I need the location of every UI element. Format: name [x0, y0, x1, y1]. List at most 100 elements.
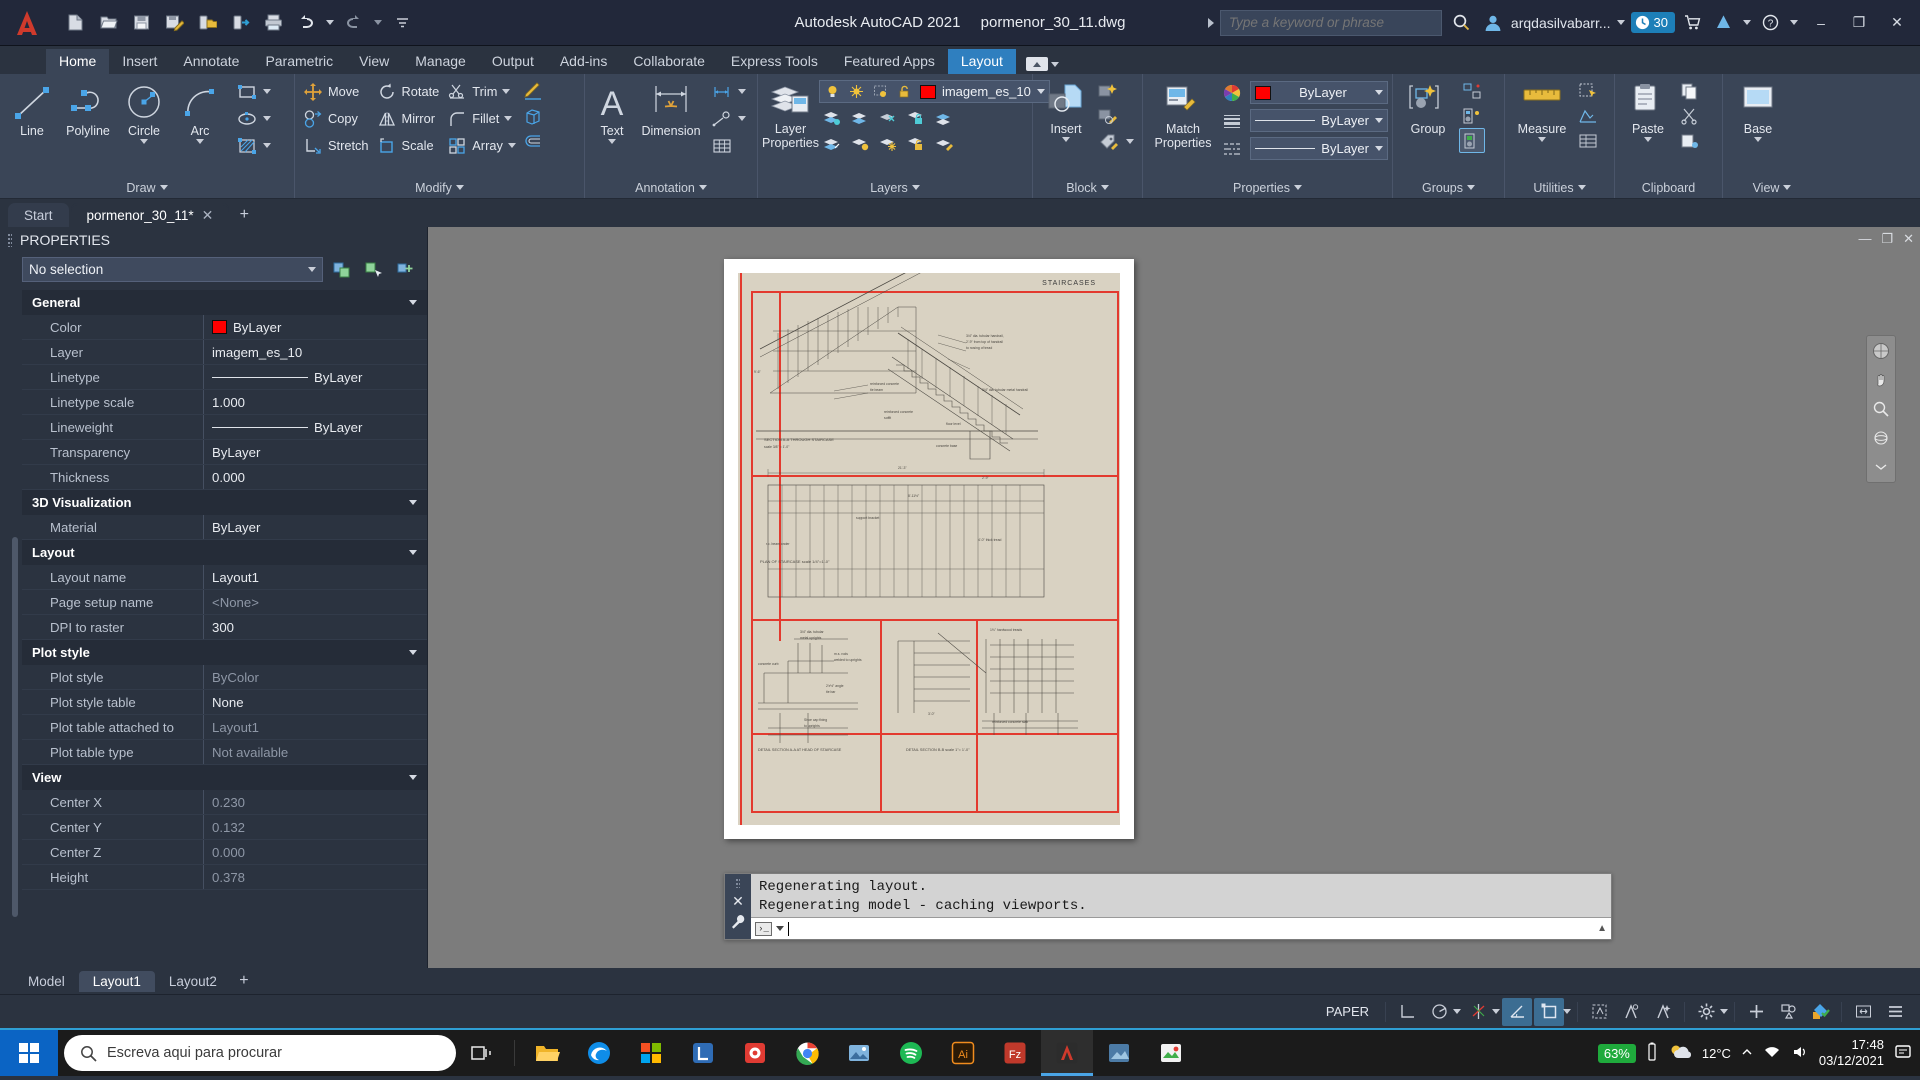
- group-tool[interactable]: Group: [1397, 78, 1459, 136]
- base-point-icon[interactable]: [1575, 103, 1601, 128]
- dimension-tool[interactable]: Dimension: [635, 78, 707, 138]
- move-tool[interactable]: Move: [299, 78, 373, 105]
- paint3d-icon[interactable]: [1145, 1030, 1197, 1076]
- layer-combo[interactable]: imagem_es_10: [818, 80, 1050, 103]
- filezilla-icon[interactable]: Fz: [989, 1030, 1041, 1076]
- panel-annotation-title[interactable]: Annotation: [585, 177, 757, 198]
- pickadd-icon[interactable]: [393, 257, 419, 282]
- layer-freeze-tool-icon[interactable]: [847, 105, 873, 130]
- undo-icon[interactable]: [291, 8, 321, 38]
- properties-scrollbar[interactable]: [12, 287, 18, 948]
- property-value[interactable]: None: [204, 690, 427, 714]
- blue-app-icon[interactable]: [1093, 1030, 1145, 1076]
- fillet-dropdown-icon[interactable]: [504, 116, 513, 121]
- table-row[interactable]: Color ByLayer: [22, 315, 427, 340]
- hardware-accel-icon[interactable]: [1741, 998, 1771, 1026]
- layer-unisolate-icon[interactable]: [819, 131, 845, 156]
- plot-icon[interactable]: [258, 8, 288, 38]
- tab-layout[interactable]: Layout: [947, 49, 1016, 74]
- properties-group-view[interactable]: View: [22, 765, 427, 790]
- linear-dimension-dropdown-icon[interactable]: [738, 89, 746, 94]
- annotation-scale-icon[interactable]: [1616, 998, 1646, 1026]
- layer-change-to-current-icon[interactable]: [931, 131, 957, 156]
- table-row[interactable]: Linetype scale 1.000: [22, 390, 427, 415]
- table-row[interactable]: Linetype ByLayer: [22, 365, 427, 390]
- orange-app-icon[interactable]: [729, 1030, 781, 1076]
- scrollbar-thumb[interactable]: [12, 537, 18, 917]
- open-file-icon[interactable]: [93, 8, 123, 38]
- table-row[interactable]: Lineweight ByLayer: [22, 415, 427, 440]
- base-view-dropdown-icon[interactable]: [1754, 137, 1762, 142]
- rotate-tool[interactable]: Rotate: [373, 78, 444, 105]
- workspace-gear-icon[interactable]: [1691, 998, 1721, 1026]
- adobe-illustrator-icon[interactable]: Ai: [937, 1030, 989, 1076]
- avatar[interactable]: [1479, 8, 1507, 38]
- doc-tab-pormenor[interactable]: pormenor_30_11* ✕: [70, 203, 230, 227]
- liberty-app-icon[interactable]: [677, 1030, 729, 1076]
- object-color-swatch[interactable]: [1255, 85, 1271, 100]
- user-dropdown-icon[interactable]: [1615, 8, 1627, 38]
- property-value[interactable]: Layout1: [204, 715, 427, 739]
- property-value[interactable]: 0.000: [204, 840, 427, 864]
- line-tool[interactable]: Line: [4, 78, 60, 138]
- text-tool[interactable]: A Text: [589, 78, 635, 144]
- clean-screen-icon[interactable]: [1805, 998, 1835, 1026]
- google-chrome-icon[interactable]: [781, 1030, 833, 1076]
- leader-tool[interactable]: [707, 105, 750, 132]
- paste-tool[interactable]: Paste: [1619, 78, 1677, 142]
- microsoft-store-icon[interactable]: [625, 1030, 677, 1076]
- command-input-row[interactable]: ›_ ▲: [751, 917, 1611, 939]
- base-view-tool[interactable]: Base: [1727, 78, 1789, 142]
- layer-properties-tool[interactable]: Layer Properties: [762, 78, 819, 150]
- charging-icon[interactable]: [1646, 1042, 1658, 1065]
- help-dropdown-icon[interactable]: [1788, 8, 1800, 38]
- property-value[interactable]: ByLayer: [204, 315, 427, 339]
- ortho-dropdown-icon[interactable]: [1492, 1009, 1500, 1014]
- panel-utilities-title[interactable]: Utilities: [1505, 177, 1614, 198]
- rectangle-tool[interactable]: [232, 78, 275, 105]
- table-row[interactable]: Center X 0.230: [22, 790, 427, 815]
- group-edit-icon[interactable]: [1459, 103, 1485, 128]
- close-icon[interactable]: ✕: [202, 207, 214, 224]
- navbar-more-icon[interactable]: [1870, 456, 1892, 478]
- account-dropdown-icon[interactable]: [1741, 8, 1753, 38]
- copy-clip-icon[interactable]: [1677, 78, 1703, 103]
- doc-tab-start[interactable]: Start: [8, 203, 69, 227]
- model-space-icon[interactable]: [1392, 998, 1422, 1026]
- new-layout-button[interactable]: +: [231, 972, 257, 990]
- new-file-icon[interactable]: [60, 8, 90, 38]
- fillet-tool[interactable]: Fillet: [443, 105, 520, 132]
- copy-with-base-icon[interactable]: [1677, 128, 1703, 153]
- tab-insert[interactable]: Insert: [109, 49, 170, 74]
- paste-dropdown-icon[interactable]: [1644, 137, 1652, 142]
- linetype-dropdown-icon[interactable]: [1375, 146, 1383, 151]
- quick-select-icon[interactable]: [329, 257, 355, 282]
- clock[interactable]: 17:48 03/12/2021: [1819, 1037, 1884, 1068]
- autodesk-account-icon[interactable]: [1710, 8, 1737, 38]
- layer-turn-all-on-icon[interactable]: [847, 131, 873, 156]
- panel-draw-title[interactable]: Draw: [0, 177, 294, 198]
- tab-express-tools[interactable]: Express Tools: [718, 49, 831, 74]
- select-objects-icon[interactable]: [361, 257, 387, 282]
- tab-view[interactable]: View: [346, 49, 402, 74]
- autocad-logo-icon[interactable]: [0, 0, 54, 46]
- start-button[interactable]: [0, 1030, 58, 1076]
- table-row[interactable]: Plot table attached to Layout1: [22, 715, 427, 740]
- panel-view-title[interactable]: View: [1723, 177, 1821, 198]
- lineweight-combo[interactable]: ByLayer: [1250, 109, 1388, 132]
- trim-dropdown-icon[interactable]: [502, 89, 511, 94]
- panel-clipboard-title[interactable]: Clipboard: [1615, 177, 1722, 198]
- ribbon-collapse-icon[interactable]: [1025, 57, 1048, 71]
- offset-icon[interactable]: [520, 128, 546, 153]
- property-value[interactable]: Layout1: [204, 565, 427, 589]
- layer-isolate-icon[interactable]: [819, 105, 845, 130]
- command-scroll-up-icon[interactable]: ▲: [1597, 923, 1607, 934]
- ellipse-tool[interactable]: [232, 105, 275, 132]
- property-value[interactable]: 1.000: [204, 390, 427, 414]
- block-attributes-icon[interactable]: [1095, 128, 1138, 155]
- workspace-dropdown-icon[interactable]: [1720, 1009, 1728, 1014]
- close-icon[interactable]: ✕: [732, 894, 744, 908]
- stretch-tool[interactable]: Stretch: [299, 132, 373, 159]
- measure-tool[interactable]: Measure: [1509, 78, 1575, 142]
- table-row[interactable]: DPI to raster 300: [22, 615, 427, 640]
